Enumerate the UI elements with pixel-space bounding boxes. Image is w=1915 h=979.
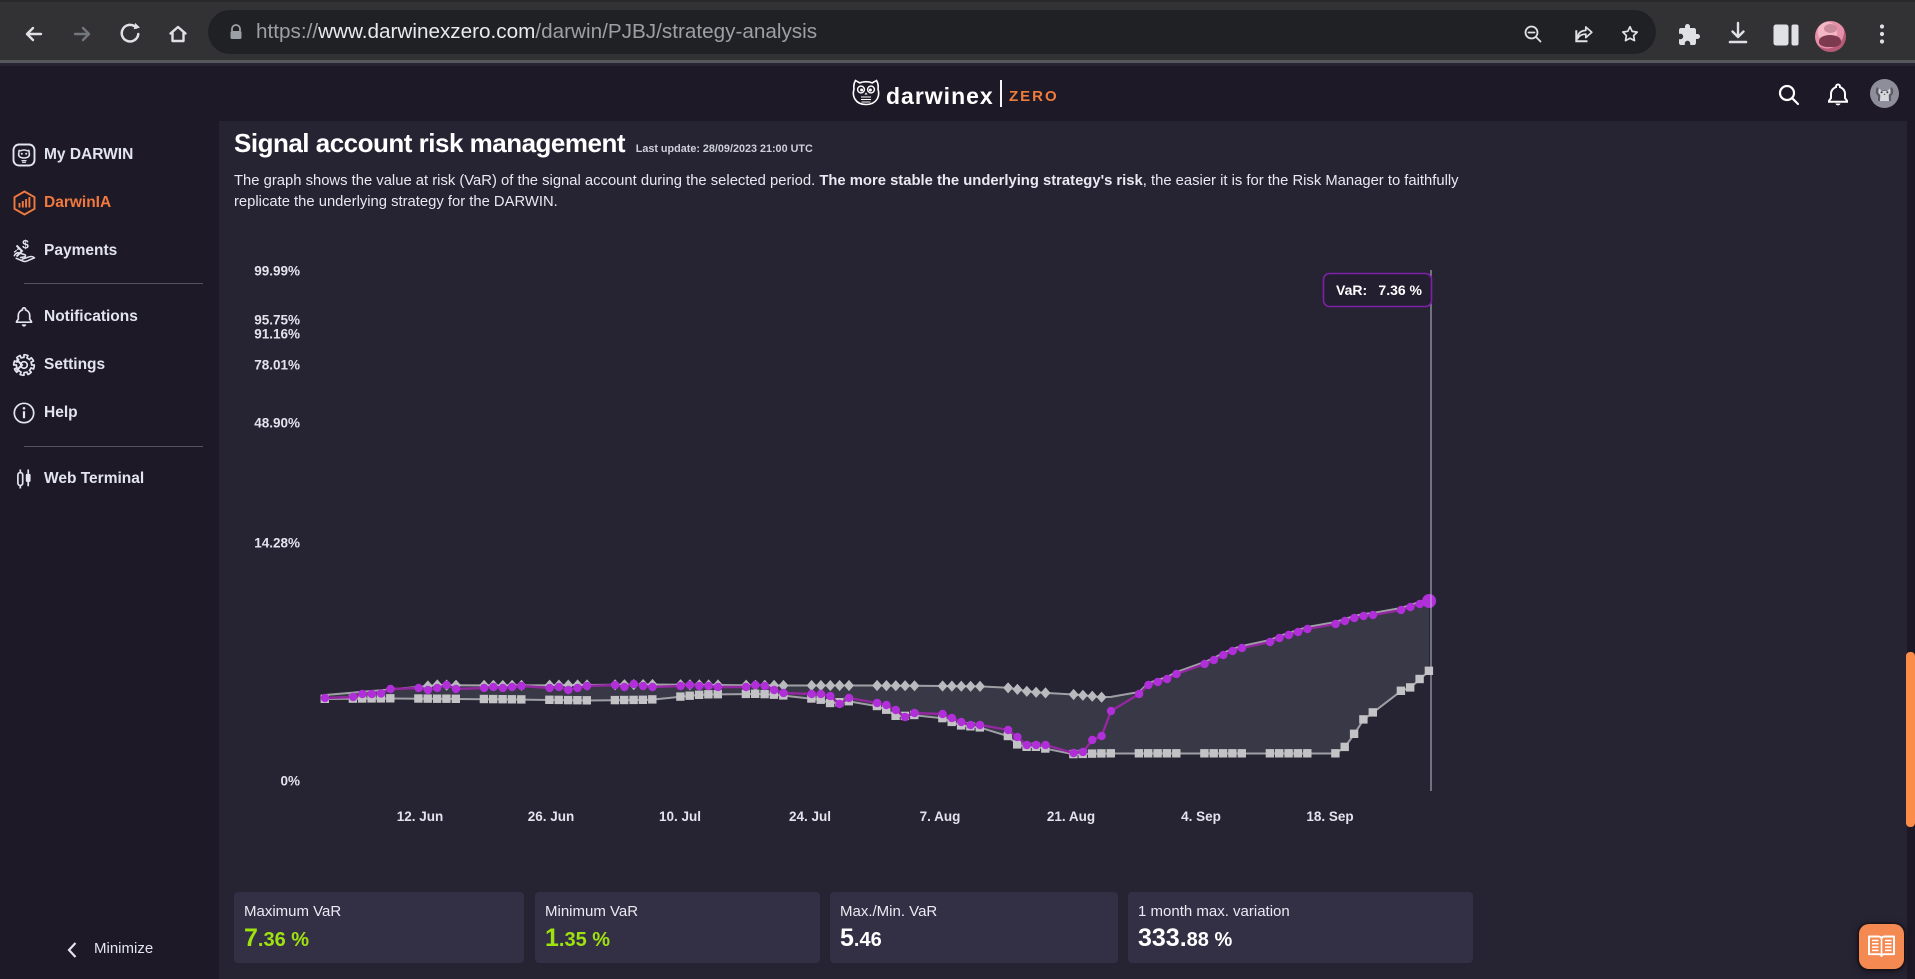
- svg-text:99.99%: 99.99%: [254, 264, 300, 279]
- svg-text:18. Sep: 18. Sep: [1306, 809, 1353, 824]
- svg-text:VaR:: VaR:: [1336, 282, 1367, 298]
- svg-text:14.28%: 14.28%: [254, 536, 300, 551]
- svg-text:12. Jun: 12. Jun: [397, 809, 444, 824]
- svg-text:21. Aug: 21. Aug: [1047, 809, 1095, 824]
- svg-text:26. Jun: 26. Jun: [528, 809, 575, 824]
- svg-text:24. Jul: 24. Jul: [789, 809, 831, 824]
- svg-text:4. Sep: 4. Sep: [1181, 809, 1221, 824]
- svg-text:95.75%: 95.75%: [254, 313, 300, 328]
- svg-text:48.90%: 48.90%: [254, 416, 300, 431]
- svg-text:91.16%: 91.16%: [254, 327, 300, 342]
- svg-text:7.36 %: 7.36 %: [1378, 282, 1422, 298]
- svg-text:78.01%: 78.01%: [254, 358, 300, 373]
- svg-text:7. Aug: 7. Aug: [920, 809, 961, 824]
- svg-text:0%: 0%: [280, 774, 300, 789]
- svg-text:10. Jul: 10. Jul: [659, 809, 701, 824]
